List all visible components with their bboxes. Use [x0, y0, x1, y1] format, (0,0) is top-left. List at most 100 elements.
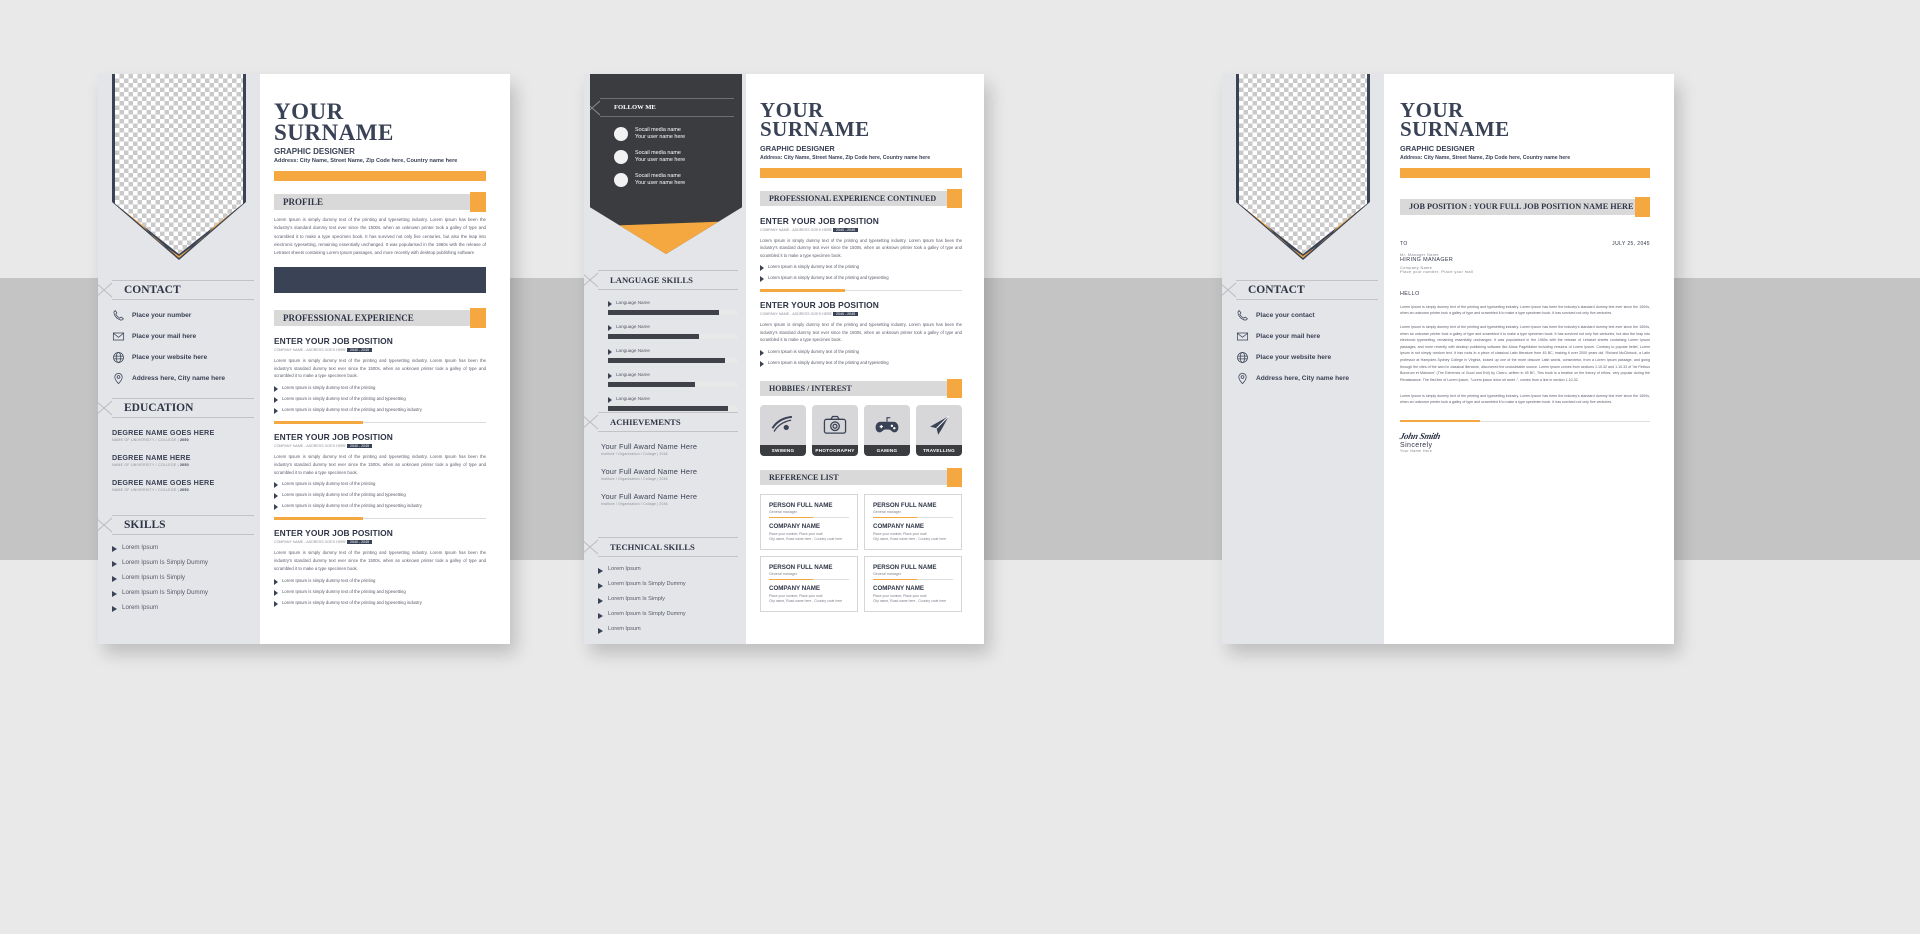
heading-orange-cap	[947, 468, 962, 487]
contact-item[interactable]: Place your website here	[112, 351, 254, 364]
contact-item[interactable]: Place your mail here	[112, 330, 254, 343]
experience-continued-section: PROFESSIONAL EXPERIENCE CONTINUED ENTER …	[746, 188, 984, 367]
reference-company: COMPANY NAME	[769, 585, 820, 593]
heading-orange-cap	[947, 379, 962, 398]
contact-item[interactable]: Place your contact	[1236, 309, 1378, 322]
bullet-triangle-icon	[274, 408, 278, 415]
hobby-card[interactable]: PHOTOGRAPHY	[812, 405, 858, 456]
profile-heading-text: PROFILE	[283, 197, 324, 208]
page3-main: YOUR SURNAME GRAPHIC DESIGNER Address: C…	[1384, 74, 1674, 644]
language-label: Language Name	[616, 396, 650, 401]
achievements-section: ACHIEVEMENTS Your Full Award Name Here In…	[584, 412, 738, 517]
job-bullet-label: Lorem Ipsum is simply dummy text of the …	[768, 264, 859, 270]
heading-orange-cap	[1635, 196, 1650, 217]
follow-me-shield: FOLLOW ME Socail media name Your user nam…	[590, 74, 742, 254]
social-handle: Your user name here	[635, 157, 686, 163]
resume-page-2[interactable]: FOLLOW ME Socail media name Your user nam…	[584, 74, 984, 644]
experience-item: ENTER YOUR JOB POSITION COMPANY NAME - AD…	[274, 528, 486, 607]
hobby-card[interactable]: SWIMING	[760, 405, 806, 456]
technical-skills-list: Lorem Ipsum Lorem Ipsum Is Simply Dummy Lo…	[598, 566, 738, 634]
reference-divider	[873, 516, 953, 518]
job-position-section: JOB POSITION : YOUR FULL JOB POSITION NA…	[1384, 196, 1674, 217]
contact-item[interactable]: Place your mail here	[1236, 330, 1378, 343]
reference-details: Place your number, Place your mail City n…	[873, 594, 947, 604]
award-meta: Institute / Organisation / Collage | 204…	[601, 452, 668, 456]
contact-heading-text: CONTACT	[124, 284, 181, 296]
contact-item[interactable]: Address here, City name here	[1236, 372, 1378, 385]
ribbon-x-icon	[98, 282, 113, 298]
achievements-heading-text: ACHIEVEMENTS	[610, 417, 681, 427]
job-divider	[274, 517, 486, 520]
language-label: Language Name	[616, 348, 650, 353]
list-item: Lorem Ipsum	[112, 604, 254, 612]
skills-list: Lorem Ipsum Lorem Ipsum Is Simply Dummy Lo…	[112, 544, 254, 612]
award-name: Your Full Award Name Here	[601, 492, 698, 501]
list-item: Lorem Ipsum Is Simply Dummy	[598, 581, 738, 589]
award-name: Your Full Award Name Here	[601, 467, 698, 476]
job-position-bar-text: JOB POSITION : YOUR FULL JOB POSITION NA…	[1409, 202, 1634, 212]
job-bullet-label: Lorem Ipsum is simply dummy text of the …	[282, 492, 406, 498]
social-network-name: Socail media name	[635, 150, 681, 157]
job-bullet: Lorem Ipsum is simply dummy text of the …	[760, 349, 962, 356]
degree-name: DEGREE NAME GOES HERE	[112, 428, 215, 437]
reference-card-list: PERSON FULL NAME General manager COMPANY N…	[760, 494, 962, 613]
reference-heading-text: REFERENCE LIST	[769, 473, 839, 482]
page1-name-block: YOUR SURNAME GRAPHIC DESIGNER Address: C…	[260, 74, 510, 182]
achievement-item: Your Full Award Name Here Institute / Org…	[601, 467, 738, 481]
cover-letter-page-3[interactable]: CONTACT Place your contact Place your mai…	[1222, 74, 1674, 644]
follow-me-section: FOLLOW ME Socail media name Your user nam…	[590, 98, 734, 196]
language-skills-section: LANGUAGE SKILLS Language Name Language Na…	[584, 270, 738, 420]
contact-heading: CONTACT	[98, 280, 254, 300]
social-network-name: Socail media name	[635, 127, 681, 134]
heading-orange-cap	[470, 308, 486, 329]
ribbon-x-icon	[584, 272, 599, 288]
social-item[interactable]: Socail media name Your user name here	[614, 150, 734, 164]
social-item[interactable]: Socail media name Your user name here	[614, 173, 734, 187]
job-title: ENTER YOUR JOB POSITION	[274, 336, 393, 347]
letter-closing: Sincerely	[1400, 441, 1433, 449]
photo-placeholder[interactable]	[110, 74, 248, 262]
social-handle: Your user name here	[635, 134, 686, 140]
contact-item[interactable]: Address here, City name here	[112, 372, 254, 385]
hobby-card[interactable]: GAMING	[864, 405, 910, 456]
list-item: Lorem Ipsum Is Simply	[598, 596, 738, 604]
language-item: Language Name	[608, 396, 738, 411]
language-progress-bar	[608, 406, 738, 411]
bullet-triangle-icon	[112, 591, 117, 597]
job-title: ENTER YOUR JOB POSITION	[760, 300, 879, 311]
list-item: Lorem Ipsum Is Simply Dummy	[598, 611, 738, 619]
reference-section: REFERENCE LIST PERSON FULL NAME General m…	[746, 468, 984, 613]
gamepad-icon	[864, 405, 910, 445]
contact-list: Place your number Place your mail here Pla…	[112, 309, 254, 385]
education-heading: EDUCATION	[98, 398, 254, 418]
profile-heading: PROFILE	[274, 192, 486, 213]
award-meta: Institute / Organisation / Collage | 204…	[601, 502, 668, 506]
job-bullet: Lorem Ipsum is simply dummy text of the …	[274, 578, 486, 585]
job-role: GRAPHIC DESIGNER	[760, 143, 835, 153]
contact-item[interactable]: Place your website here	[1236, 351, 1378, 364]
bullet-triangle-icon	[760, 361, 764, 367]
skills-heading: SKILLS	[98, 515, 254, 535]
social-item[interactable]: Socail media name Your user name here	[614, 127, 734, 141]
list-item-label: Lorem Ipsum	[122, 544, 159, 551]
hobby-card[interactable]: TRAVELLING	[916, 405, 962, 456]
bullet-triangle-icon	[760, 276, 764, 283]
social-list: Socail media name Your user name here Soca…	[600, 127, 734, 187]
reference-person-name: PERSON FULL NAME	[769, 564, 833, 572]
hobbies-heading: HOBBIES / INTEREST	[760, 379, 962, 398]
photo-placeholder[interactable]	[1234, 74, 1372, 262]
contact-item[interactable]: Place your number	[112, 309, 254, 322]
bullet-triangle-icon	[274, 578, 278, 585]
ribbon-x-icon	[1222, 282, 1237, 298]
page2-sidebar: FOLLOW ME Socail media name Your user nam…	[584, 74, 746, 644]
camera-icon	[812, 405, 858, 445]
job-meta: COMPANY NAME - ADDRESS GOES HERE 2040 - …	[760, 227, 962, 232]
resume-page-1[interactable]: CONTACT Place your number Place your mail…	[98, 74, 510, 644]
language-bar-list: Language Name Language Name Language Name L…	[598, 300, 738, 411]
hobbies-section: HOBBIES / INTEREST SWIMING PHOTOGRAPHY GAM…	[746, 379, 984, 456]
contact-section: CONTACT Place your contact Place your mai…	[1222, 280, 1378, 393]
job-year-badge: 2040 - 2045	[346, 444, 373, 449]
contact-item-label: Place your mail here	[1256, 333, 1321, 340]
letter-to-label: TO	[1400, 240, 1408, 247]
hobbies-card-list: SWIMING PHOTOGRAPHY GAMING TRAVELLING	[760, 405, 962, 456]
